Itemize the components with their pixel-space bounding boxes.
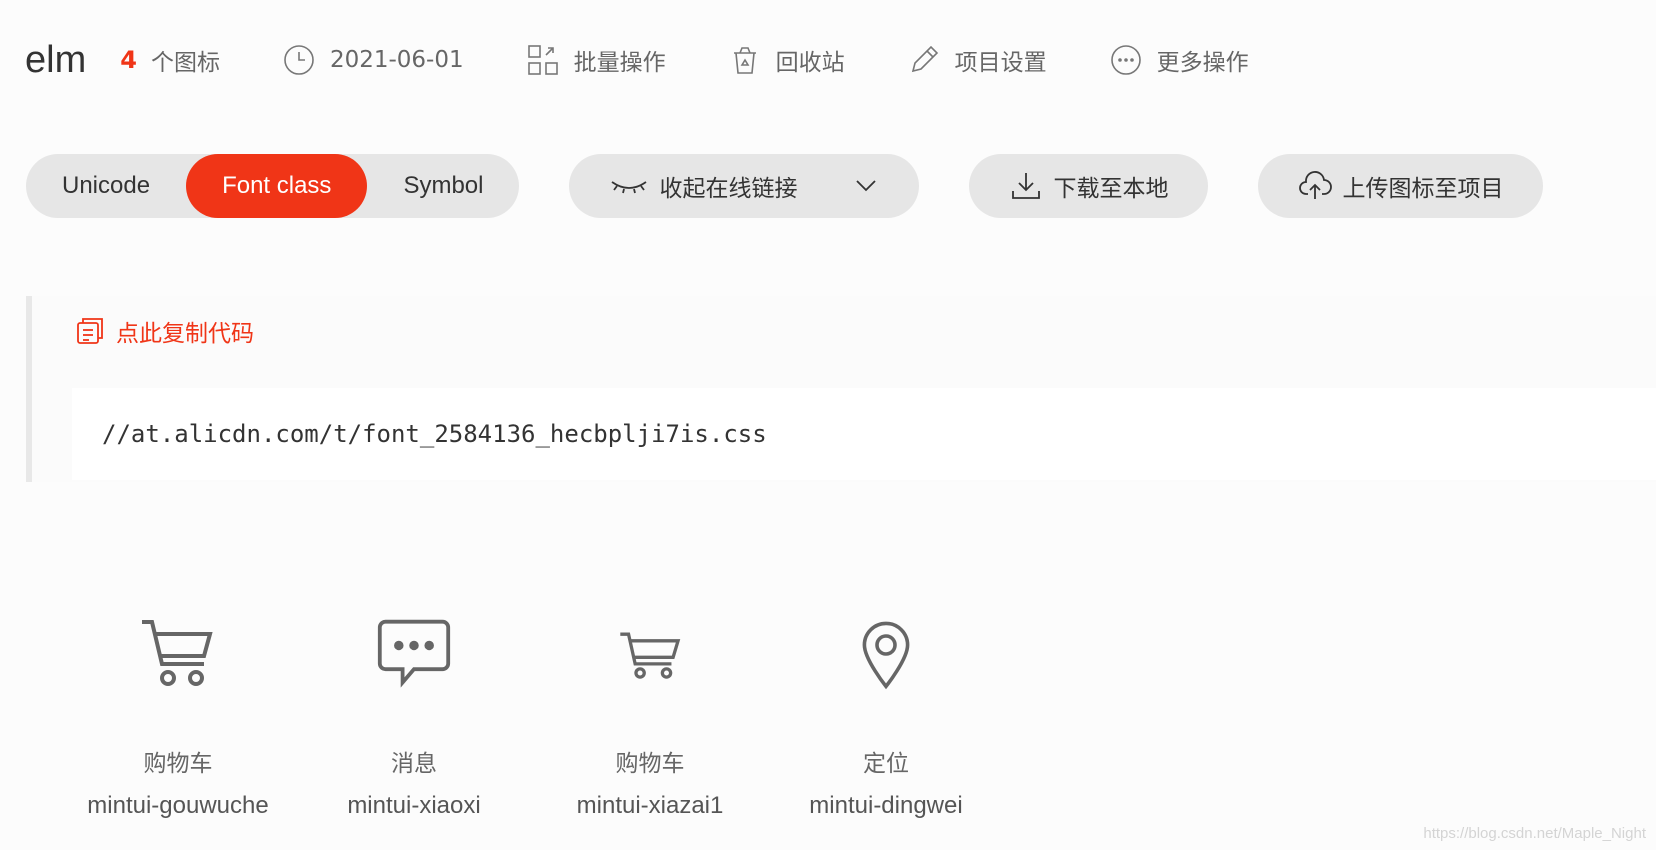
- icon-count: 4: [120, 46, 137, 74]
- tab-symbol[interactable]: Symbol: [367, 154, 519, 218]
- batch-operation-label: 批量操作: [573, 50, 666, 76]
- icon-name: 购物车: [615, 751, 685, 777]
- icon-card[interactable]: 购物车 mintui-gouwuche: [60, 606, 296, 820]
- date-info: 2021-06-01: [282, 43, 464, 77]
- recycle-bin-icon: [733, 47, 756, 74]
- shopping-cart-small-icon: [602, 606, 698, 702]
- recycle-bin-button[interactable]: 回收站: [728, 43, 845, 77]
- icon-name: 消息: [391, 751, 437, 777]
- project-name: elm: [25, 38, 87, 81]
- message-icon: [366, 606, 462, 702]
- collapse-link-label: 收起在线链接: [659, 176, 798, 202]
- copy-code-button[interactable]: 点此复制代码: [74, 314, 254, 348]
- grid-icon: [527, 45, 558, 75]
- upload-icons-button[interactable]: 上传图标至项目: [1258, 154, 1544, 218]
- project-header: elm 4 个图标 2021-06-01 批量操作 回收站 项目设置 更多操作: [25, 30, 1311, 90]
- icon-card[interactable]: 购物车 mintui-xiazai1: [532, 606, 768, 820]
- cloud-upload-icon: [1299, 171, 1333, 199]
- icon-code: mintui-gouwuche: [87, 792, 269, 819]
- tab-font-class[interactable]: Font class: [186, 154, 368, 218]
- more-operations-label: 更多操作: [1156, 50, 1249, 76]
- upload-icons-label: 上传图标至项目: [1342, 176, 1504, 202]
- location-pin-icon: [838, 606, 934, 702]
- icons-grid: 购物车 mintui-gouwuche 消息 mintui-xiaoxi 购物车…: [60, 606, 1004, 820]
- toolbar: Unicode Font class Symbol 收起在线链接 下载至本地 上…: [26, 154, 1593, 218]
- download-icon: [1012, 173, 1041, 199]
- copy-icon: [77, 318, 103, 344]
- eye-closed-icon: [611, 181, 647, 194]
- icon-project-page: elm 4 个图标 2021-06-01 批量操作 回收站 项目设置 更多操作 …: [0, 0, 1656, 850]
- icon-count-label: 个图标: [150, 50, 220, 76]
- collapse-link-button[interactable]: 收起在线链接: [569, 154, 920, 218]
- watermark: https://blog.csdn.net/Maple_Night: [1423, 825, 1646, 842]
- icon-code: mintui-xiazai1: [576, 792, 724, 819]
- tab-unicode[interactable]: Unicode: [26, 154, 186, 218]
- icon-code: mintui-xiaoxi: [347, 792, 481, 819]
- project-settings-button[interactable]: 项目设置: [907, 43, 1047, 77]
- pencil-icon: [911, 45, 938, 73]
- code-text: //at.alicdn.com/t/font_2584136_hecbplji7…: [102, 420, 767, 448]
- icon-name: 定位: [863, 751, 909, 777]
- icon-card[interactable]: 定位 mintui-dingwei: [768, 606, 1004, 820]
- code-snippet[interactable]: //at.alicdn.com/t/font_2584136_hecbplji7…: [72, 388, 1656, 480]
- download-button[interactable]: 下载至本地: [969, 154, 1209, 218]
- project-settings-label: 项目设置: [954, 50, 1047, 76]
- recycle-bin-label: 回收站: [775, 50, 845, 76]
- icon-card[interactable]: 消息 mintui-xiaoxi: [296, 606, 532, 820]
- shopping-cart-icon: [130, 606, 226, 702]
- copy-code-label: 点此复制代码: [116, 321, 254, 347]
- more-operations-button[interactable]: 更多操作: [1109, 43, 1249, 77]
- chevron-down-icon: [856, 180, 877, 192]
- code-panel: 点此复制代码 //at.alicdn.com/t/font_2584136_he…: [26, 296, 1656, 482]
- batch-operation-button[interactable]: 批量操作: [526, 43, 666, 77]
- clock-icon: [284, 45, 314, 75]
- icon-code: mintui-dingwei: [809, 792, 963, 819]
- date-text: 2021-06-01: [329, 47, 464, 73]
- icon-name: 购物车: [143, 751, 213, 777]
- more-dots-icon: [1110, 45, 1141, 75]
- download-label: 下载至本地: [1053, 176, 1169, 202]
- format-tabs: Unicode Font class Symbol: [26, 154, 520, 218]
